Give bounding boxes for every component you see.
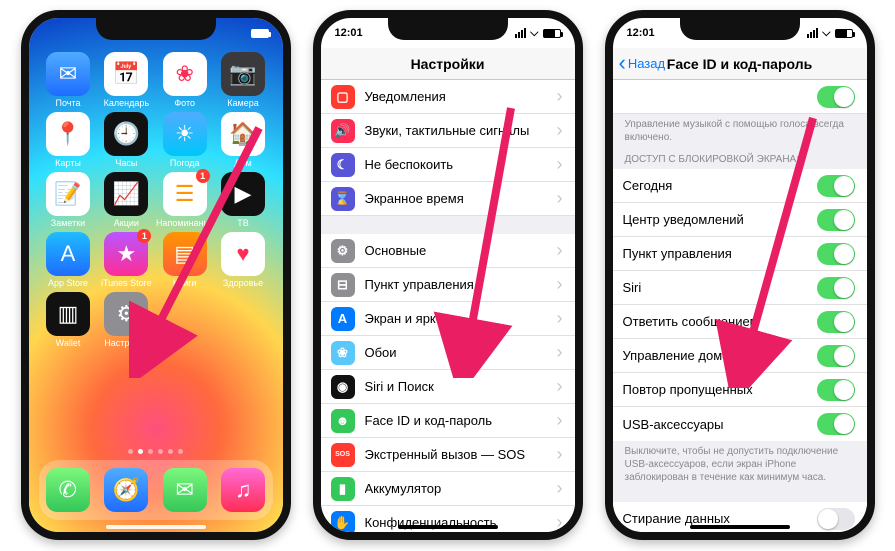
toggle-switch[interactable]: [817, 508, 855, 530]
app-label: Календарь: [104, 98, 149, 108]
nav-bar: Настройки: [321, 48, 575, 80]
chevron-right-icon: [557, 274, 563, 295]
app-Карты[interactable]: 📍 Карты: [41, 112, 96, 168]
battery-icon: [835, 29, 853, 38]
toggle-switch[interactable]: [817, 86, 855, 108]
settings-icon: SOS: [331, 443, 355, 467]
page-title: Настройки: [411, 56, 485, 72]
wifi-icon: ⌵: [530, 27, 538, 40]
chevron-right-icon: [557, 188, 563, 209]
settings-label: Аккумулятор: [365, 481, 557, 496]
settings-icon: 🔊: [331, 119, 355, 143]
chevron-right-icon: [557, 120, 563, 141]
dock: ✆ 🧭 ✉ ♫: [39, 460, 273, 520]
app-label: Камера: [227, 98, 258, 108]
chevron-right-icon: [557, 478, 563, 499]
settings-icon: ☾: [331, 153, 355, 177]
chevron-right-icon: [557, 376, 563, 397]
app-icon: ✉: [46, 52, 90, 96]
settings-icon: ☻: [331, 409, 355, 433]
dock-app[interactable]: ✆: [46, 468, 90, 512]
settings-icon: ⌛: [331, 187, 355, 211]
settings-icon: ✋: [331, 511, 355, 533]
battery-icon: [543, 29, 561, 38]
usb-note: Выключите, чтобы не допустить подключени…: [613, 441, 867, 484]
app-Календарь[interactable]: 📅 Календарь: [99, 52, 154, 108]
status-time: 12:01: [627, 27, 655, 39]
app-Wallet[interactable]: ▥ Wallet: [41, 292, 96, 348]
toggle-row-USB-аксессуары[interactable]: USB-аксессуары: [613, 407, 867, 441]
settings-label: Экстренный вызов — SOS: [365, 447, 557, 462]
settings-icon: ◉: [331, 375, 355, 399]
phone-settings-list: 12:01 ⌵ Настройки ▢Уведомления🔊Звуки, та…: [313, 10, 583, 540]
status-time: 12:01: [335, 27, 363, 39]
app-icon: ❀: [163, 52, 207, 96]
dock-app[interactable]: 🧭: [104, 468, 148, 512]
settings-label: Siri и Поиск: [365, 379, 557, 394]
app-Почта[interactable]: ✉ Почта: [41, 52, 96, 108]
page-title: Face ID и код-пароль: [667, 56, 812, 72]
chevron-right-icon: [557, 154, 563, 175]
app-icon: 📍: [46, 112, 90, 156]
toggle-switch[interactable]: [817, 413, 855, 435]
signal-icon: [515, 28, 526, 38]
dock-app[interactable]: ✉: [163, 468, 207, 512]
erase-label: Стирание данных: [623, 511, 817, 526]
signal-icon: [807, 28, 818, 38]
phone-home-screen: 12:01 ⌵ ✉Почта📅Календарь❀Фото📷Камера📍Кар…: [21, 10, 291, 540]
phone-faceid-settings: 12:01 ⌵ Назад Face ID и код-пароль Управ…: [605, 10, 875, 540]
tutorial-arrow: [411, 98, 531, 378]
settings-row-Face ID и код-пароль[interactable]: ☻ Face ID и код-пароль: [321, 404, 575, 438]
chevron-right-icon: [557, 342, 563, 363]
tutorial-arrow: [713, 108, 833, 388]
tutorial-arrow: [129, 118, 279, 378]
app-icon: A: [46, 232, 90, 276]
settings-icon: ▮: [331, 477, 355, 501]
dock-app[interactable]: ♫: [221, 468, 265, 512]
page-dots[interactable]: [29, 449, 283, 454]
back-button[interactable]: Назад: [619, 56, 666, 71]
wifi-icon: ⌵: [822, 27, 830, 40]
chevron-right-icon: [557, 308, 563, 329]
battery-icon: [251, 29, 269, 38]
toggle-label: USB-аксессуары: [623, 417, 817, 432]
chevron-right-icon: [557, 444, 563, 465]
settings-icon: ⚙: [331, 239, 355, 263]
app-Заметки[interactable]: 📝 Заметки: [41, 172, 96, 228]
app-App Store[interactable]: A App Store: [41, 232, 96, 288]
chevron-right-icon: [557, 410, 563, 431]
chevron-right-icon: [557, 86, 563, 107]
app-label: Wallet: [56, 338, 81, 348]
app-label: Фото: [174, 98, 195, 108]
app-label: Карты: [55, 158, 81, 168]
settings-icon: ⊟: [331, 273, 355, 297]
app-icon: ▥: [46, 292, 90, 336]
settings-label: Face ID и код-пароль: [365, 413, 557, 428]
chevron-right-icon: [557, 240, 563, 261]
app-icon: 📝: [46, 172, 90, 216]
app-Камера[interactable]: 📷 Камера: [215, 52, 270, 108]
app-label: Почта: [56, 98, 81, 108]
app-icon: 📅: [104, 52, 148, 96]
nav-bar: Назад Face ID и код-пароль: [613, 48, 867, 80]
settings-icon: A: [331, 307, 355, 331]
settings-icon: ▢: [331, 85, 355, 109]
app-label: App Store: [48, 278, 88, 288]
settings-row-Аккумулятор[interactable]: ▮ Аккумулятор: [321, 472, 575, 506]
app-label: Заметки: [51, 218, 85, 228]
settings-icon: ❀: [331, 341, 355, 365]
app-Фото[interactable]: ❀ Фото: [157, 52, 212, 108]
chevron-right-icon: [557, 512, 563, 532]
settings-row-Экстренный вызов — SOS[interactable]: SOS Экстренный вызов — SOS: [321, 438, 575, 472]
app-icon: 📷: [221, 52, 265, 96]
